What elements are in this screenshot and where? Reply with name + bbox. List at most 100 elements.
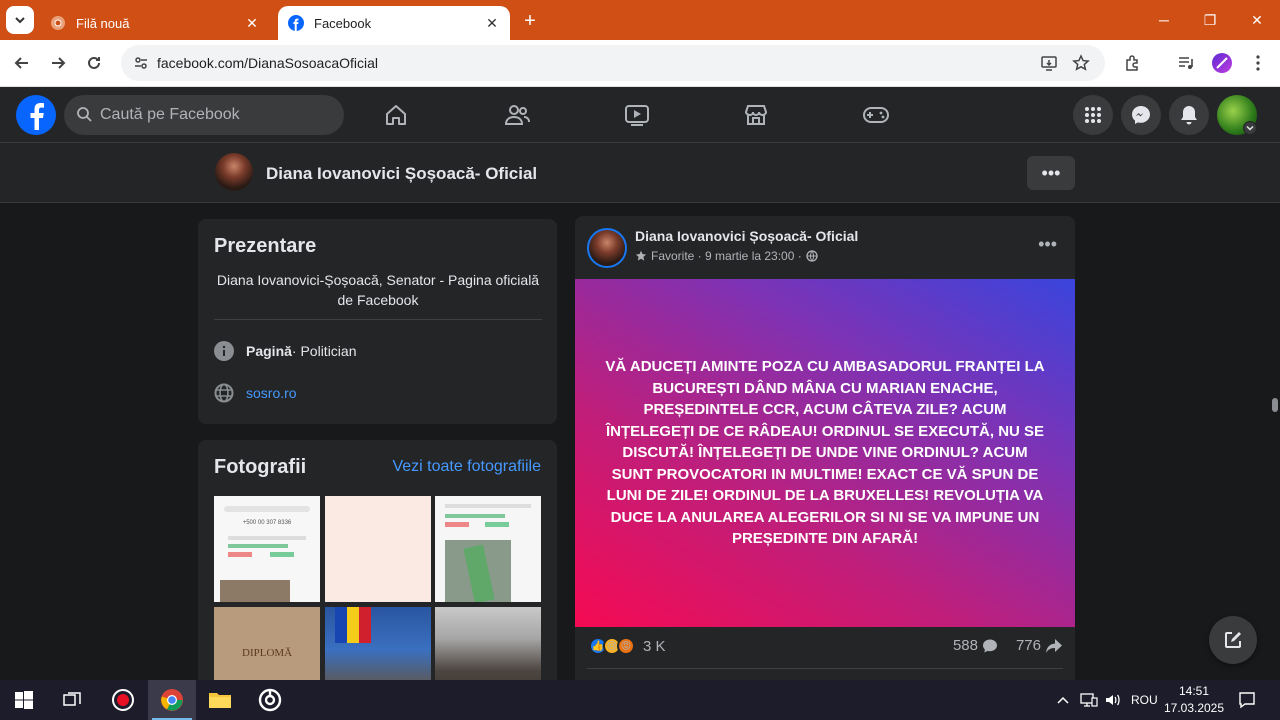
globe-icon [214,383,234,403]
page-title[interactable]: Diana Iovanovici Șoșoacă- Oficial [266,164,537,184]
see-all-photos-link[interactable]: Vezi toate fotografiile [392,458,541,476]
photos-card: Fotografii Vezi toate fotografiile +500 … [198,440,557,713]
page-more-button[interactable]: ••• [1027,156,1075,190]
marketplace-nav-button[interactable] [740,99,772,131]
show-hidden-icons-button[interactable] [1056,680,1070,720]
intro-card: Prezentare Diana Iovanovici-Șoșoacă, Sen… [198,219,557,424]
install-app-icon[interactable] [1037,51,1061,75]
task-view-icon [63,692,81,706]
friends-nav-button[interactable] [501,99,533,131]
facebook-logo-icon[interactable] [16,95,56,135]
category-label: Pagină [246,343,292,359]
app-taskbar-item[interactable] [246,680,294,720]
chrome-menu-button[interactable] [1243,48,1273,78]
url-text: facebook.com/DianaSosoacaOficial [157,55,379,71]
restore-button[interactable]: ❐ [1187,0,1233,40]
website-link[interactable]: sosro.ro [246,385,297,401]
start-button[interactable] [0,680,48,720]
windows-taskbar: ROU 14:51 17.03.2025 [0,680,1280,720]
marketplace-icon [744,105,768,125]
tab-title: Filă nouă [76,15,130,31]
close-icon[interactable]: ✕ [484,15,500,31]
minimize-button[interactable]: ─ [1141,0,1187,40]
post-meta-text[interactable]: Favorite · 9 martie la 23:00 · [651,249,802,263]
profile-button[interactable] [1207,48,1237,78]
page-category-row: Pagină · Politician [214,341,357,361]
chevron-down-icon [15,17,25,24]
page-scrollbar-thumb[interactable] [1272,398,1278,412]
comments-count-link[interactable]: 588 [953,637,998,654]
clock[interactable]: 14:51 17.03.2025 [1160,683,1228,717]
post-author-name[interactable]: Diana Iovanovici Șoșoacă- Oficial [635,228,858,244]
page-sticky-header: Diana Iovanovici Șoșoacă- Oficial ••• [0,143,1280,203]
reload-icon [88,56,100,69]
tab-facebook[interactable]: Facebook ✕ [278,6,510,40]
facebook-search-input[interactable]: Caută pe Facebook [64,95,344,135]
chrome-icon [161,689,183,711]
intro-description: Diana Iovanovici-Șoșoacă, Senator - Pagi… [216,272,540,308]
arrow-left-icon [14,57,28,69]
profile-avatar-icon [1212,53,1232,73]
record-icon [112,689,134,711]
reactions-summary[interactable]: 👍 😢 😡 3 K [589,637,666,655]
messenger-icon [1132,106,1150,124]
photo-thumbnail[interactable]: +500 00 307 8336 [214,496,320,602]
browser-toolbar: facebook.com/DianaSosoacaOficial [0,40,1280,87]
back-button[interactable] [7,48,37,78]
new-message-button[interactable] [1209,616,1257,664]
address-bar[interactable]: facebook.com/DianaSosoacaOficial [121,45,1105,81]
divider [214,319,542,320]
post-text-background[interactable]: VĂ ADUCEȚI AMINTE POZA CU AMBASADORUL FR… [575,279,1075,627]
volume-icon[interactable] [1104,680,1122,720]
menu-grid-button[interactable] [1073,95,1113,135]
close-window-button[interactable]: ✕ [1234,0,1280,40]
photo-thumbnail[interactable] [325,496,431,602]
file-explorer-app[interactable] [196,680,244,720]
gaming-nav-button[interactable] [860,99,892,131]
star-icon [635,250,647,261]
language-indicator[interactable]: ROU [1131,680,1158,720]
category-value: · Politician [291,343,357,359]
site-info-icon[interactable] [129,51,153,75]
task-view-button[interactable] [48,680,96,720]
video-nav-button[interactable] [621,99,653,131]
folder-icon [209,693,231,708]
photo-thumbnail[interactable] [435,496,541,602]
puzzle-icon [1126,55,1138,71]
notifications-button[interactable] [1169,95,1209,135]
windows-logo-icon [15,691,33,709]
page-avatar[interactable] [215,153,253,191]
home-nav-button[interactable] [380,99,412,131]
notification-center-button[interactable] [1238,680,1256,720]
extensions-button[interactable] [1118,48,1148,78]
post-text: VĂ ADUCEȚI AMINTE POZA CU AMBASADORUL FR… [605,358,1045,548]
shares-count-link[interactable]: 776 [1016,637,1063,654]
shares-count: 776 [1015,637,1041,654]
divider [587,668,1063,669]
bookmark-star-icon[interactable] [1069,51,1093,75]
reload-button[interactable] [79,48,109,78]
chrome-icon [51,16,65,30]
engagement-counts: 588 776 [953,637,1063,654]
tab-search-button[interactable] [6,6,34,34]
post-more-button[interactable]: ••• [1038,234,1057,255]
new-tab-button[interactable]: + [518,9,542,33]
chevron-down-icon[interactable] [1243,121,1257,135]
close-icon[interactable]: ✕ [244,15,260,31]
photos-title: Fotografii [214,456,307,478]
chevron-up-icon [1057,696,1069,704]
media-queue-icon [1179,57,1193,69]
info-icon [214,341,234,361]
gamepad-icon [863,107,889,123]
post-author-avatar[interactable] [587,228,627,268]
messenger-button[interactable] [1121,95,1161,135]
forward-button[interactable] [43,48,73,78]
arrow-right-icon [52,57,66,69]
screen-recorder-app[interactable] [99,680,147,720]
facebook-favicon-icon [288,15,304,31]
search-placeholder: Caută pe Facebook [100,106,240,123]
chrome-taskbar-app[interactable] [148,680,196,720]
media-controls-button[interactable] [1171,48,1201,78]
network-icon[interactable] [1080,680,1098,720]
tab-new-tab[interactable]: Filă nouă ✕ [40,6,270,40]
